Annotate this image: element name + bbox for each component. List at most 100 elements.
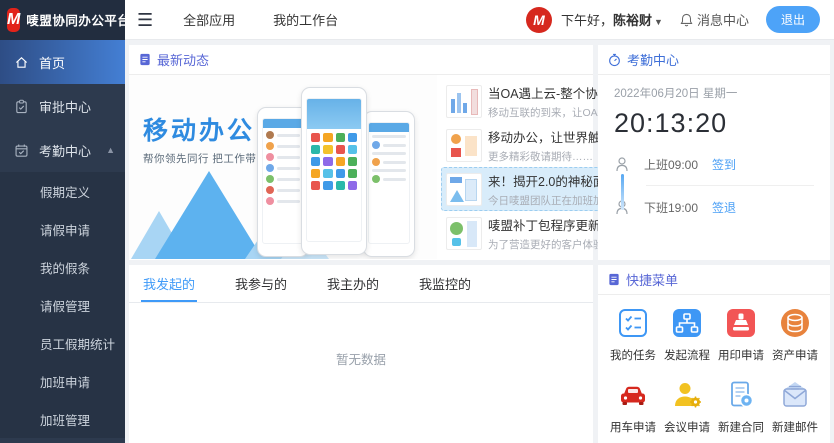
- message-center-label: 消息中心: [697, 10, 749, 29]
- latest-news-panel: 最新动态 移动办公 帮你领先同行 把工作带出办公室: [129, 45, 593, 260]
- stamp-icon: [725, 307, 757, 339]
- attendance-timeline: 上班09:00 签到 下班19:00 签退: [614, 152, 814, 219]
- brand-logo-icon: M: [7, 8, 20, 32]
- empty-state-text: 暂无数据: [129, 349, 593, 368]
- flowchart-icon: [671, 307, 703, 339]
- nav-all-apps[interactable]: 全部应用: [183, 10, 235, 29]
- top-nav: 全部应用 我的工作台: [183, 10, 338, 29]
- quick-menu-panel: 快捷菜单 我的任务 发起流程 用印申请 资产申请 用车申请: [598, 265, 830, 443]
- person-icon: [614, 156, 630, 173]
- divider: [646, 185, 814, 186]
- news-body: 移动办公 帮你领先同行 把工作带出办公室: [129, 75, 593, 259]
- app-title: 唛盟协同办公平台: [26, 10, 130, 29]
- sidebar-subitem-my-leave-notes[interactable]: 我的假条: [0, 248, 125, 286]
- sidebar-subitem-overtime-request[interactable]: 加班申请: [0, 362, 125, 400]
- attendance-panel: 考勤中心 2022年06月20日 星期一 20:13:20 上班09:00 签到…: [598, 45, 830, 260]
- sidebar-subitem-leave-request[interactable]: 请假申请: [0, 210, 125, 248]
- quick-item-label: 用车申请: [610, 419, 656, 435]
- news-panel-title: 最新动态: [157, 50, 209, 69]
- clock-in-link[interactable]: 签到: [712, 156, 736, 173]
- sidebar-item-label: 审批中心: [39, 97, 91, 116]
- banner-headline: 移动办公: [143, 111, 255, 147]
- attendance-submenu: 假期定义 请假申请 我的假条 请假管理 员工假期统计 加班申请 加班管理: [0, 172, 125, 438]
- sidebar-item-approval-center[interactable]: 审批中心: [0, 84, 125, 128]
- task-tabs: 我发起的 我参与的 我主办的 我监控的: [129, 265, 593, 303]
- quick-item-label: 用印申请: [718, 347, 764, 363]
- quick-menu-title: 快捷菜单: [626, 270, 678, 289]
- sidebar-subitem-employee-holiday-stats[interactable]: 员工假期统计: [0, 324, 125, 362]
- timeline-connector: [621, 174, 624, 210]
- clock-out-link[interactable]: 签退: [712, 199, 736, 216]
- bell-icon: [680, 13, 693, 27]
- quick-item-start-process[interactable]: 发起流程: [660, 307, 714, 363]
- mobile-office-banner: 移动办公 帮你领先同行 把工作带出办公室: [129, 75, 437, 259]
- home-icon: [14, 55, 29, 70]
- sidebar: 首页 审批中心 考勤中心 ▲ 假期定义 请假申请 我的假条 请假管理 员工假期统…: [0, 40, 125, 443]
- document-icon: [608, 273, 620, 286]
- stopwatch-icon: [608, 53, 621, 67]
- hamburger-menu-icon[interactable]: ☰: [137, 11, 153, 29]
- sidebar-subitem-holiday-definition[interactable]: 假期定义: [0, 172, 125, 210]
- tab-hosted-by-me[interactable]: 我主办的: [325, 265, 381, 302]
- attendance-panel-title: 考勤中心: [627, 50, 679, 69]
- quick-item-label: 新建合同: [718, 419, 764, 435]
- tab-initiated-by-me[interactable]: 我发起的: [141, 265, 197, 302]
- news-thumbnail: [446, 85, 482, 118]
- news-thumbnail: [446, 217, 482, 250]
- logout-button[interactable]: 退出: [766, 6, 820, 33]
- tab-participated-by-me[interactable]: 我参与的: [233, 265, 289, 302]
- clock-out-row: 下班19:00 签退: [614, 195, 814, 219]
- nav-my-workbench[interactable]: 我的工作台: [273, 10, 338, 29]
- chevron-up-icon[interactable]: ▲: [106, 145, 115, 155]
- phone-mockup-center: [301, 87, 367, 255]
- attendance-panel-header: 考勤中心: [598, 45, 830, 75]
- car-icon: [617, 379, 649, 411]
- quick-item-my-tasks[interactable]: 我的任务: [606, 307, 660, 363]
- document-icon: [139, 53, 151, 66]
- greeting-text: 下午好，: [561, 13, 613, 28]
- app-window: M 唛盟协同办公平台 ☰ 全部应用 我的工作台 M 下午好，陈裕财▼ 消息中心 …: [0, 0, 834, 443]
- news-thumbnail: [446, 173, 482, 206]
- quick-item-label: 我的任务: [610, 347, 656, 363]
- my-tasks-panel: 我发起的 我参与的 我主办的 我监控的 暂无数据: [129, 265, 593, 443]
- quick-item-label: 资产申请: [772, 347, 818, 363]
- quick-item-seal-application[interactable]: 用印申请: [714, 307, 768, 363]
- quick-item-label: 会议申请: [664, 419, 710, 435]
- person-gear-icon: [671, 379, 703, 411]
- clock-in-label: 上班09:00: [644, 156, 712, 173]
- coins-icon: [779, 307, 811, 339]
- quick-item-label: 新建邮件: [772, 419, 818, 435]
- attendance-date: 2022年06月20日 星期一: [614, 85, 814, 101]
- phone-mockup-right: [363, 111, 415, 257]
- quick-item-label: 发起流程: [664, 347, 710, 363]
- quick-item-vehicle-application[interactable]: 用车申请: [606, 379, 660, 435]
- quick-item-asset-application[interactable]: 资产申请: [768, 307, 822, 363]
- sidebar-item-home[interactable]: 首页: [0, 40, 125, 84]
- topbar-right: M 下午好，陈裕财▼ 消息中心 退出: [526, 6, 834, 33]
- sidebar-subitem-leave-management[interactable]: 请假管理: [0, 286, 125, 324]
- task-list-icon: [617, 307, 649, 339]
- clock-in-row: 上班09:00 签到: [614, 152, 814, 176]
- calendar-check-icon: [14, 143, 29, 158]
- sidebar-item-attendance-center[interactable]: 考勤中心 ▲: [0, 128, 125, 172]
- clock-out-label: 下班19:00: [644, 199, 712, 216]
- quick-item-meeting-application[interactable]: 会议申请: [660, 379, 714, 435]
- envelope-icon: [779, 379, 811, 411]
- quick-menu-grid: 我的任务 发起流程 用印申请 资产申请 用车申请 会议申请: [598, 295, 830, 435]
- chevron-down-icon[interactable]: ▼: [654, 17, 663, 27]
- username: 陈裕财: [613, 13, 652, 28]
- clipboard-check-icon: [14, 99, 29, 114]
- quick-item-new-mail[interactable]: 新建邮件: [768, 379, 822, 435]
- tab-monitored-by-me[interactable]: 我监控的: [417, 265, 473, 302]
- user-greeting[interactable]: 下午好，陈裕财▼: [561, 10, 663, 29]
- sidebar-subitem-overtime-management[interactable]: 加班管理: [0, 400, 125, 438]
- attendance-body: 2022年06月20日 星期一 20:13:20 上班09:00 签到 下班19…: [598, 75, 830, 219]
- quick-item-new-contract[interactable]: 新建合同: [714, 379, 768, 435]
- logo-area: M 唛盟协同办公平台: [0, 0, 125, 40]
- user-avatar[interactable]: M: [526, 7, 552, 33]
- sidebar-item-label: 首页: [39, 53, 65, 72]
- quick-menu-header: 快捷菜单: [598, 265, 830, 295]
- topbar: M 唛盟协同办公平台 ☰ 全部应用 我的工作台 M 下午好，陈裕财▼ 消息中心 …: [0, 0, 834, 40]
- news-thumbnail: [446, 129, 482, 162]
- message-center-link[interactable]: 消息中心: [680, 10, 749, 29]
